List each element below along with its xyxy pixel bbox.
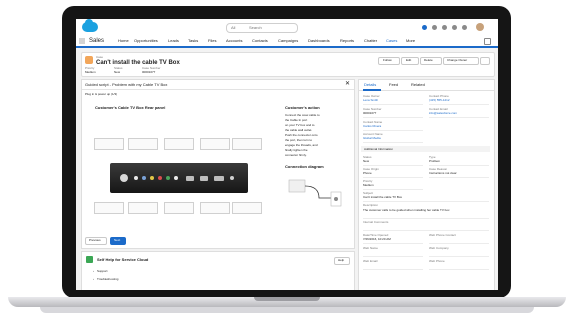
web-email-label: Web Email [363, 259, 378, 263]
self-help-item-support[interactable]: Support [97, 270, 108, 273]
delete-button[interactable]: Delete [420, 57, 442, 65]
action-title: Customer's action [285, 105, 320, 110]
action-line-3: on your TV box and to [285, 123, 315, 127]
internal-comments-label: Internal Comments [363, 220, 389, 224]
tab-related[interactable]: Related [411, 83, 425, 87]
web-phone-contact-label: Web Phone Contact [429, 233, 456, 237]
type-value: Problem [429, 159, 441, 163]
nav-item-reports[interactable]: Reports [340, 39, 354, 43]
priority-value: Medium [363, 183, 374, 187]
case-header: Case Can't install the cable TV Box Foll… [81, 52, 495, 77]
tab-details[interactable]: Details [364, 83, 376, 87]
follow-button[interactable]: Follow [378, 57, 400, 65]
laptop-notch [254, 297, 320, 301]
action-line-2: the Cable In port [285, 118, 308, 122]
priority-value: Medium [85, 70, 96, 74]
status-value: New [363, 159, 370, 163]
web-company-label: Web Company [429, 246, 449, 250]
guided-script-panel: Guided script - Problem with my Cable TV… [81, 79, 355, 249]
nav-item-more[interactable]: More [406, 39, 415, 43]
contact-name-value[interactable]: Carlos Rivera [363, 125, 381, 128]
subject-value: Can't install the cable TV Box [363, 195, 403, 199]
connection-title: Connection diagram [285, 164, 324, 169]
case-origin-value: Phone [363, 171, 372, 175]
case-owner-value[interactable]: Lena Smith [363, 99, 378, 102]
bell-icon[interactable] [462, 25, 467, 30]
app-launcher-icon[interactable] [79, 38, 85, 44]
account-name-value[interactable]: Global Media [363, 137, 381, 140]
screen: All Search Sales Home Opportunities Lead… [76, 19, 498, 290]
nav-item-opportunities[interactable]: Opportunities [134, 39, 158, 43]
laptop-shadow [40, 307, 534, 313]
date-opened-value: 7/26/2016, 10:20 AM [363, 237, 391, 241]
nav-item-contacts[interactable]: Contacts [252, 39, 268, 43]
nav-item-campaigns[interactable]: Campaigns [278, 39, 298, 43]
guided-title: Guided script - Problem with my Cable TV… [85, 82, 168, 87]
nav-item-dashboards[interactable]: Dashboards [308, 39, 330, 43]
nav-item-accounts[interactable]: Accounts [226, 39, 242, 43]
action-line-4: the cable wall outlet. [285, 128, 313, 132]
search-input[interactable]: All Search [226, 23, 298, 33]
knowledge-icon [86, 256, 93, 263]
salesforce-logo[interactable] [82, 19, 98, 32]
case-number-value: 00001077 [363, 111, 377, 115]
nav-item-home[interactable]: Home [118, 39, 129, 43]
web-phone-label: Web Phone [429, 259, 445, 263]
tv-box-image [110, 163, 248, 193]
self-help-item[interactable]: › [93, 270, 94, 273]
connection-diagram [288, 179, 342, 207]
case-number-value: 00001077 [142, 70, 156, 74]
nav-item-tasks[interactable]: Tasks [188, 39, 198, 43]
additional-info-section[interactable]: Additional Information [361, 146, 490, 152]
contact-email-value[interactable]: info@salesforce.com [429, 112, 457, 115]
rear-panel-diagram [92, 136, 262, 216]
self-help-title: Self Help for Service Cloud [97, 257, 149, 262]
next-button[interactable]: Next [110, 237, 126, 245]
favorites-icon[interactable] [422, 25, 427, 30]
action-line-5: Push the connector onto [285, 133, 318, 137]
nav-item-chatter[interactable]: Chatter [364, 39, 377, 43]
description-value: The customer calls to be guided when ins… [363, 208, 450, 212]
description-label: Description [363, 203, 379, 207]
gear-icon[interactable] [452, 25, 457, 30]
nav-item-files[interactable]: Files [208, 39, 216, 43]
action-line-6: the port, then turn to [285, 138, 313, 142]
action-line-8: finally tighten the [285, 148, 308, 152]
panel-title: Customer's Cable TV Box Rear panel [95, 105, 166, 110]
previous-button[interactable]: Previous [85, 237, 107, 245]
help-icon[interactable] [442, 25, 447, 30]
help-button[interactable]: Help [334, 257, 350, 265]
action-line-1: Connect the coax cable to [285, 113, 320, 117]
change-owner-button[interactable]: Change Owner [443, 57, 479, 65]
global-header: All Search [76, 19, 498, 37]
page-title: Can't install the cable TV Box [96, 60, 180, 66]
edit-button[interactable]: Edit [401, 57, 419, 65]
avatar[interactable] [476, 23, 484, 31]
add-icon[interactable] [432, 25, 437, 30]
search-scope[interactable]: All [231, 26, 235, 30]
section-title: Additional Information [364, 146, 394, 151]
web-name-label: Web Name [363, 246, 378, 250]
nav-item-leads[interactable]: Leads [168, 39, 179, 43]
contact-phone-value[interactable]: (415) 555-1212 [429, 99, 450, 102]
details-panel: Details Feed Related Case Owner Lena Smi… [358, 79, 495, 290]
edit-nav-icon[interactable] [484, 38, 491, 45]
status-value: New [114, 70, 121, 74]
more-actions-button[interactable] [480, 57, 490, 65]
action-line-7: engage the threads, and [285, 143, 318, 147]
search-placeholder: Search [249, 25, 262, 30]
tab-feed[interactable]: Feed [389, 83, 398, 87]
close-icon[interactable]: ✕ [345, 81, 350, 87]
case-icon [85, 56, 93, 64]
self-help-item-troubleshooting[interactable]: Troubleshooting [97, 278, 118, 281]
step-label: Plug in & power up (1/3) [85, 92, 118, 96]
case-reason-value: Instructions not clear [429, 171, 457, 175]
action-line-9: connector firmly. [285, 153, 307, 157]
object-label: Case [96, 55, 104, 59]
nav-item-cases[interactable]: Cases [386, 39, 397, 43]
app-name: Sales [89, 38, 105, 44]
self-help-item[interactable]: › [93, 278, 94, 281]
self-help-card: Self Help for Service Cloud Help › Suppo… [81, 251, 355, 290]
nav-bar: Sales Home Opportunities Leads Tasks Fil… [76, 36, 498, 48]
